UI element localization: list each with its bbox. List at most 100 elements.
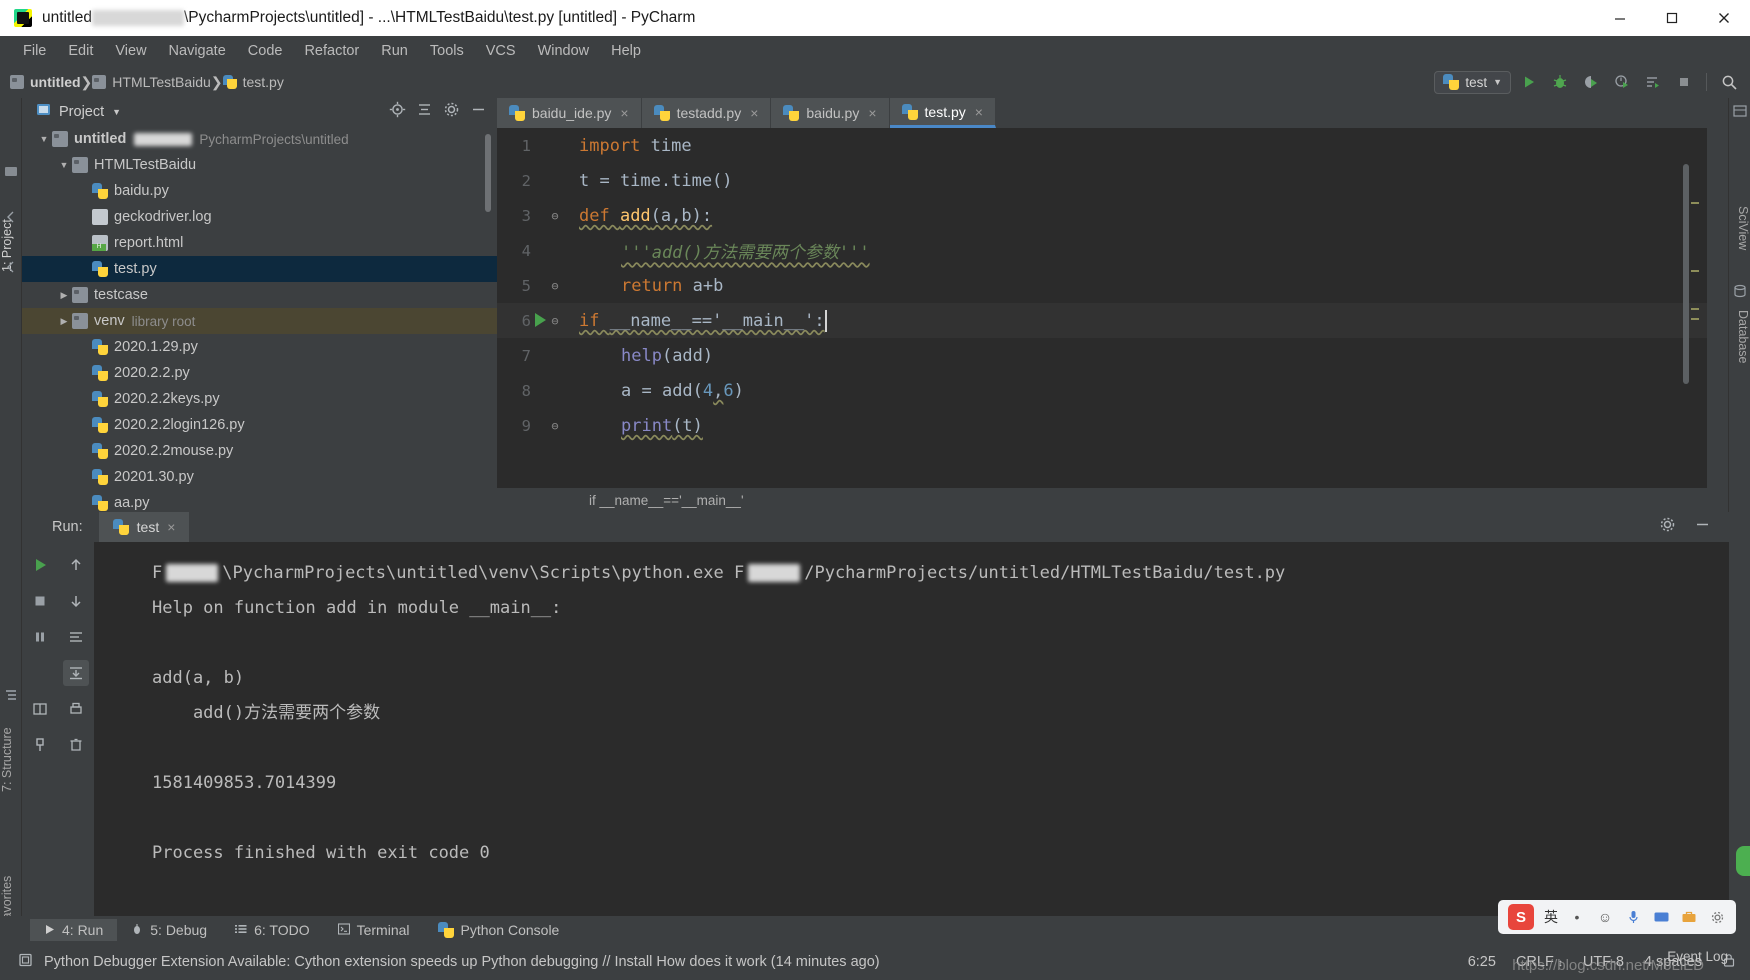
code-line-8[interactable]: 8 a = add(4,6) (497, 373, 1707, 408)
editor-tab[interactable]: baidu_ide.py × (497, 98, 642, 128)
fold-marker[interactable]: ⊖ (541, 419, 569, 433)
menu-item-edit[interactable]: Edit (57, 40, 104, 62)
minimize-button[interactable] (1594, 0, 1646, 36)
collapse-left-icon[interactable] (4, 210, 18, 224)
breadcrumb-folder[interactable]: HTMLTestBaidu (92, 74, 211, 90)
chevron-down-icon[interactable]: ▼ (56, 160, 72, 170)
scroll-to-end-button[interactable] (63, 660, 89, 686)
editor-breadcrumb[interactable]: if __name__=='__main__' (497, 488, 1707, 512)
tool-tab-sciview[interactable]: SciView (1728, 206, 1750, 250)
event-log-label[interactable]: Event Log (1667, 949, 1728, 964)
code-line-6[interactable]: 6 ⊖ if __name__=='__main__': (497, 303, 1707, 338)
soft-wrap-button[interactable] (63, 624, 89, 650)
close-icon[interactable]: × (167, 519, 175, 535)
keyboard-icon[interactable] (1652, 908, 1670, 926)
tool-tab-structure[interactable]: 7: Structure (0, 708, 22, 812)
menu-item-tools[interactable]: Tools (419, 40, 475, 62)
debug-button[interactable] (1547, 70, 1573, 94)
print-button[interactable] (63, 696, 89, 722)
editor-tab[interactable]: baidu.py × (771, 98, 890, 128)
editor-tab[interactable]: test.py × (889, 98, 996, 128)
hide-panel-icon[interactable] (1694, 516, 1711, 538)
menu-item-refactor[interactable]: Refactor (293, 40, 370, 62)
tree-node[interactable]: 2020.2.2keys.py (22, 386, 497, 412)
pin-button[interactable] (27, 732, 53, 758)
stop-button[interactable] (1671, 70, 1697, 94)
run-button[interactable] (1516, 70, 1542, 94)
chevron-down-icon[interactable]: ▼ (36, 134, 52, 144)
tree-node[interactable]: 20201.30.py (22, 464, 497, 490)
code-line-5[interactable]: 5 ⊖ return a+b (497, 268, 1707, 303)
run-configuration-selector[interactable]: test ▼ (1434, 70, 1511, 94)
pause-button[interactable] (27, 624, 53, 650)
rerun-button[interactable] (27, 552, 53, 578)
bottom-tab-terminal[interactable]: Terminal (324, 919, 424, 941)
fold-marker[interactable]: ⊖ (541, 279, 569, 293)
fold-marker[interactable]: ⊖ (541, 209, 569, 223)
code-line-3[interactable]: 3 ⊖ def add(a,b): (497, 198, 1707, 233)
code-line-7[interactable]: 7 help(add) (497, 338, 1707, 373)
editor-tab[interactable]: testadd.py × (641, 98, 772, 128)
bottom-tab-debug[interactable]: 5: Debug (117, 919, 221, 941)
close-icon[interactable]: × (868, 105, 876, 121)
bottom-tab-todo[interactable]: 6: TODO (221, 919, 324, 941)
half-width-icon[interactable]: • (1568, 908, 1586, 926)
status-message[interactable]: Python Debugger Extension Available: Cyt… (44, 954, 880, 970)
clear-all-button[interactable] (63, 732, 89, 758)
down-button[interactable] (63, 588, 89, 614)
project-tree[interactable]: ▼ untitled PycharmProjects\untitled ▼ HTMLTe… (22, 126, 497, 512)
chevron-down-icon[interactable]: ▼ (112, 107, 121, 117)
gear-icon[interactable] (443, 101, 460, 123)
up-button[interactable] (63, 552, 89, 578)
close-button[interactable] (1698, 0, 1750, 36)
tree-node[interactable]: 2020.2.2login126.py (22, 412, 497, 438)
menu-item-code[interactable]: Code (237, 40, 294, 62)
breadcrumb-file[interactable]: test.py (222, 74, 284, 90)
menu-item-view[interactable]: View (104, 40, 157, 62)
tree-node[interactable]: 2020.1.29.py (22, 334, 497, 360)
run-tab-test[interactable]: test × (98, 512, 190, 542)
tree-node[interactable]: geckodriver.log (22, 204, 497, 230)
tree-node[interactable]: ▼ untitled PycharmProjects\untitled (22, 126, 497, 152)
smiley-icon[interactable]: ☺ (1596, 908, 1614, 926)
code-line-1[interactable]: 1 import time (497, 128, 1707, 163)
code-line-2[interactable]: 2 t = time.time() (497, 163, 1707, 198)
run-coverage-button[interactable] (1578, 70, 1604, 94)
tree-node[interactable]: 2020.2.2.py (22, 360, 497, 386)
run-gutter-icon[interactable] (535, 313, 546, 327)
menu-item-navigate[interactable]: Navigate (158, 40, 237, 62)
tree-node[interactable]: baidu.py (22, 178, 497, 204)
tree-node[interactable]: ▶ testcase (22, 282, 497, 308)
bottom-tab-run[interactable]: 4: Run (30, 919, 118, 941)
collapse-left-icon[interactable] (4, 260, 18, 274)
tree-node[interactable]: 2020.2.2mouse.py (22, 438, 497, 464)
project-tree-scrollbar[interactable] (485, 134, 491, 212)
collapse-all-icon[interactable] (416, 101, 433, 123)
menu-item-run[interactable]: Run (370, 40, 419, 62)
tool-tab-database[interactable]: Database (1728, 310, 1750, 364)
run-console-output[interactable]: F \PycharmProjects\untitled\venv\Scripts\… (94, 542, 1729, 916)
search-everywhere-button[interactable] (1716, 70, 1742, 94)
editor-error-stripe[interactable] (1689, 158, 1701, 498)
tree-node[interactable]: test.py (22, 256, 497, 282)
toolbox-icon[interactable] (1680, 908, 1698, 926)
settings-icon[interactable] (1708, 908, 1726, 926)
tree-node[interactable]: ▼ HTMLTestBaidu (22, 152, 497, 178)
bottom-tab-python-console[interactable]: Python Console (424, 919, 574, 941)
notification-icon[interactable] (18, 952, 34, 973)
menu-item-file[interactable]: File (12, 40, 57, 62)
ime-mode-label[interactable]: 英 (1544, 907, 1558, 927)
sogou-logo-icon[interactable]: S (1508, 904, 1534, 930)
close-icon[interactable]: × (620, 105, 628, 121)
menu-item-window[interactable]: Window (527, 40, 601, 62)
stop-button[interactable] (27, 588, 53, 614)
gear-icon[interactable] (1659, 516, 1676, 538)
breadcrumb-project[interactable]: untitled (10, 74, 81, 90)
profile-button[interactable] (1609, 70, 1635, 94)
menu-item-help[interactable]: Help (600, 40, 652, 62)
split-view-button[interactable] (27, 696, 53, 722)
close-icon[interactable]: × (975, 104, 983, 120)
menu-item-vcs[interactable]: VCS (475, 40, 527, 62)
hide-panel-icon[interactable] (470, 101, 487, 123)
tree-node[interactable]: report.html (22, 230, 497, 256)
